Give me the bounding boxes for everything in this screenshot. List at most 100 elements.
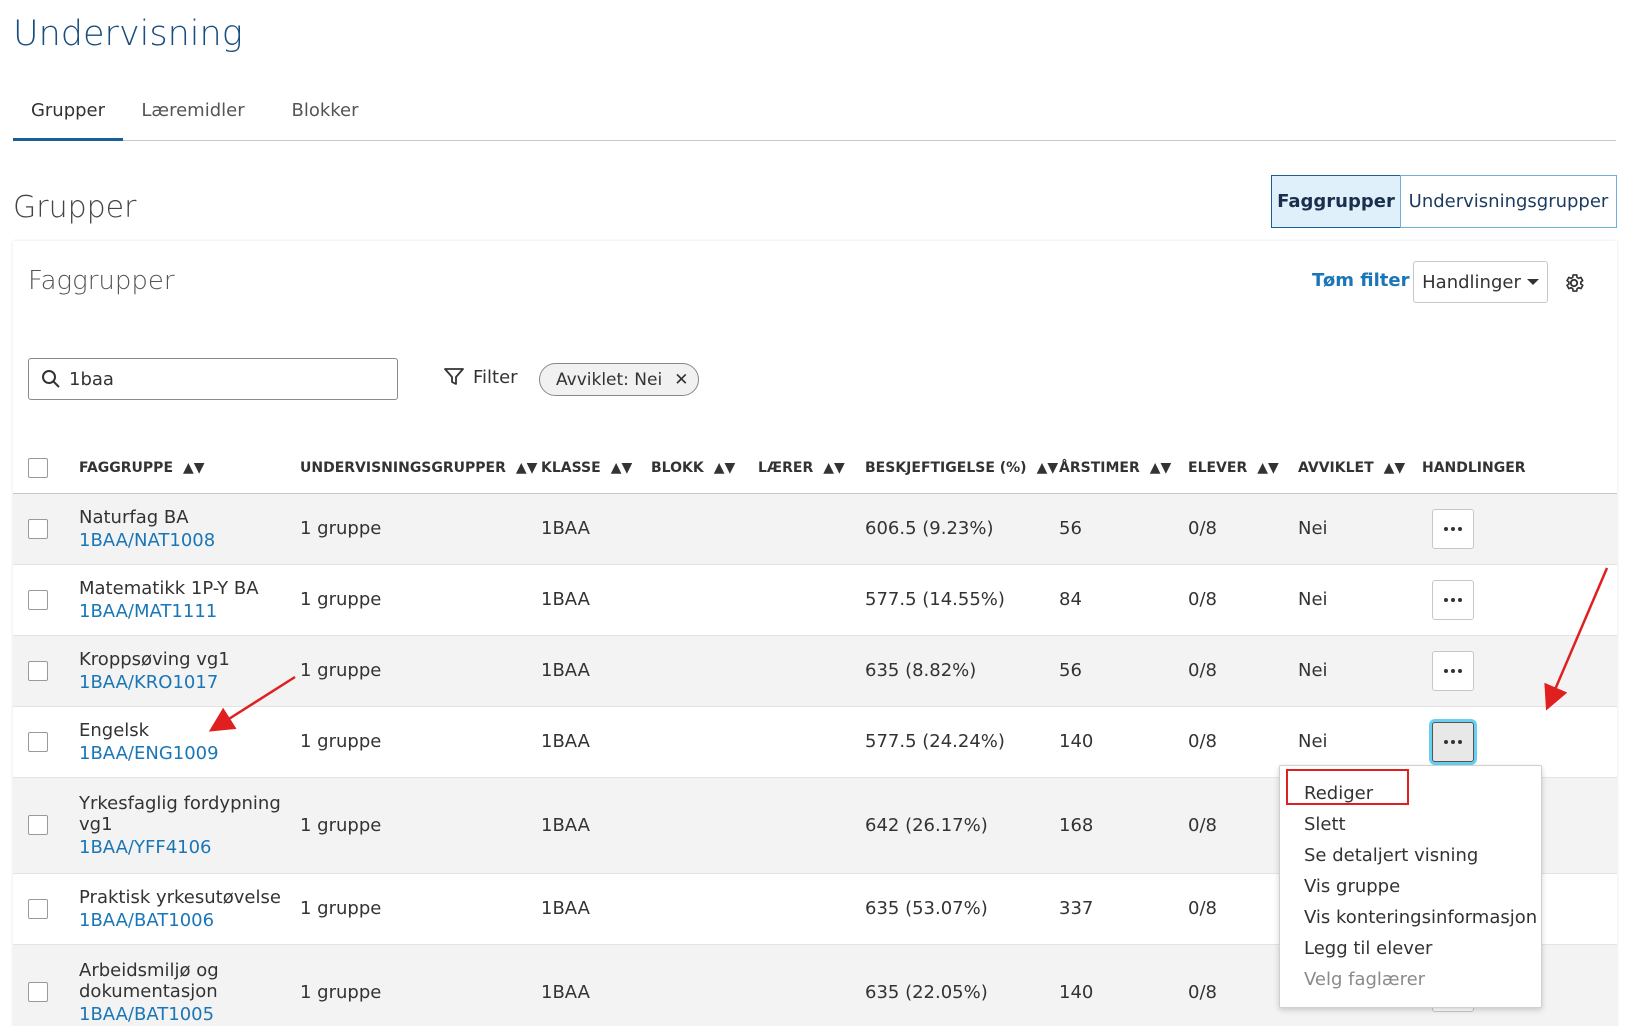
faggruppe-name: Arbeidsmiljø og dokumentasjon (79, 959, 219, 1002)
elever-cell: 0/8 (1188, 564, 1298, 636)
undervisningsgrupper-cell: 1 gruppe (300, 564, 541, 636)
blokk-cell (651, 944, 758, 1026)
faggruppe-link[interactable]: 1BAA/KRO1017 (79, 672, 300, 693)
col-header[interactable]: ÅRSTIMER ▲▼ (1059, 443, 1188, 494)
faggruppe-link[interactable]: 1BAA/BAT1006 (79, 910, 300, 931)
faggruppe-link[interactable]: 1BAA/ENG1009 (79, 743, 300, 764)
row-checkbox[interactable] (28, 589, 48, 610)
row-checkbox[interactable] (28, 898, 48, 919)
undervisningsgrupper-cell: 1 gruppe (300, 493, 541, 565)
filter-button[interactable]: Filter (443, 366, 518, 388)
col-header[interactable]: AVVIKLET ▲▼ (1298, 443, 1422, 494)
arstimer-cell: 140 (1059, 706, 1188, 778)
actions-button-label: Handlinger (1422, 271, 1521, 293)
select-all-checkbox[interactable] (28, 457, 48, 478)
caret-down-icon (1526, 279, 1539, 285)
filter-icon (444, 368, 464, 385)
row-actions-button[interactable] (1432, 579, 1474, 620)
clear-filter-link[interactable]: Tøm filter (1312, 270, 1409, 291)
undervisningsgrupper-cell: 1 gruppe (300, 706, 541, 778)
faggruppe-name: Matematikk 1P-Y BA (79, 577, 259, 599)
faggruppe-name: Kroppsøving vg1 (79, 648, 230, 670)
sort-icon: ▲▼ (823, 459, 845, 476)
col-header[interactable]: ELEVER ▲▼ (1188, 443, 1298, 494)
tab-grupper[interactable]: Grupper (13, 92, 123, 141)
tab-laeremidler[interactable]: Læremidler (141, 92, 245, 141)
page: Undervisning Grupper Læremidler Blokker … (0, 0, 1637, 1026)
menu-item-legg-til-elever[interactable]: Legg til elever (1304, 938, 1432, 959)
beskjeftigelse-cell: 577.5 (24.24%) (865, 706, 1059, 778)
row-actions-button[interactable] (1432, 721, 1474, 762)
undervisningsgrupper-cell: 1 gruppe (300, 777, 541, 874)
avviklet-cell: Nei (1298, 493, 1422, 565)
menu-item-slett[interactable]: Slett (1304, 814, 1346, 835)
laerer-cell (758, 777, 865, 874)
faggruppe-name: Praktisk yrkesutøvelse (79, 886, 281, 908)
klasse-cell: 1BAA (541, 493, 651, 565)
blokk-cell (651, 873, 758, 945)
filter-chip-label: Avviklet: Nei (556, 369, 663, 390)
undervisningsgrupper-toggle[interactable]: Undervisningsgrupper (1400, 175, 1617, 228)
blokk-cell (651, 706, 758, 778)
col-header[interactable]: FAGGRUPPE ▲▼ (79, 443, 300, 494)
faggruppe-link[interactable]: 1BAA/YFF4106 (79, 837, 300, 858)
menu-item-vis-konteringsinformasjon[interactable]: Vis konteringsinformasjon (1304, 907, 1537, 928)
row-actions-button[interactable] (1432, 508, 1474, 549)
blokk-cell (651, 493, 758, 565)
menu-item-vis-gruppe[interactable]: Vis gruppe (1304, 876, 1400, 897)
search-input[interactable] (69, 368, 389, 390)
sort-icon: ▲▼ (1383, 459, 1406, 476)
tab-bar: Grupper Læremidler Blokker (13, 92, 1616, 141)
arstimer-cell: 84 (1059, 564, 1188, 636)
filter-chip: Avviklet: Nei ✕ (539, 363, 700, 396)
row-checkbox[interactable] (28, 982, 48, 1002)
search-field[interactable] (28, 358, 398, 400)
filter-label: Filter (473, 366, 518, 388)
sort-icon: ▲▼ (1149, 459, 1172, 476)
elever-cell: 0/8 (1188, 635, 1298, 707)
table-row: Kroppsøving vg1 1BAA/KRO1017 1 gruppe 1BAA 6… (13, 635, 1617, 707)
table-row: Matematikk 1P-Y BA 1BAA/MAT1111 1 gruppe 1B… (13, 564, 1617, 636)
beskjeftigelse-cell: 635 (22.05%) (865, 944, 1059, 1026)
menu-item-se-detaljert-visning[interactable]: Se detaljert visning (1304, 845, 1478, 866)
laerer-cell (758, 564, 865, 636)
col-header[interactable]: UNDERVISNINGSGRUPPER ▲▼ (300, 443, 541, 494)
sort-icon: ▲▼ (183, 459, 205, 476)
faggruppe-link[interactable]: 1BAA/BAT1005 (79, 1004, 300, 1025)
faggruppe-link[interactable]: 1BAA/MAT1111 (79, 601, 300, 622)
row-checkbox[interactable] (28, 660, 48, 681)
avviklet-cell: Nei (1298, 564, 1422, 636)
sort-icon: ▲▼ (610, 459, 633, 476)
arstimer-cell: 168 (1059, 777, 1188, 874)
beskjeftigelse-cell: 635 (8.82%) (865, 635, 1059, 707)
col-header[interactable]: BLOKK ▲▼ (651, 443, 758, 494)
col-header[interactable]: BESKJEFTIGELSE (%) ▲▼ (865, 443, 1059, 494)
tab-blokker[interactable]: Blokker (283, 92, 367, 141)
actions-dropdown-button[interactable]: Handlinger (1413, 261, 1548, 303)
row-actions-button[interactable] (1432, 650, 1474, 691)
row-checkbox[interactable] (28, 518, 48, 539)
blokk-cell (651, 777, 758, 874)
close-icon[interactable]: ✕ (674, 370, 688, 390)
klasse-cell: 1BAA (541, 777, 651, 874)
klasse-cell: 1BAA (541, 944, 651, 1026)
beskjeftigelse-cell: 635 (53.07%) (865, 873, 1059, 945)
row-checkbox[interactable] (28, 815, 48, 835)
arstimer-cell: 56 (1059, 493, 1188, 565)
col-header[interactable]: LÆRER ▲▼ (758, 443, 865, 494)
search-icon (42, 370, 60, 388)
faggruppe-link[interactable]: 1BAA/NAT1008 (79, 530, 300, 551)
highlight-annotation (1286, 769, 1409, 805)
beskjeftigelse-cell: 642 (26.17%) (865, 777, 1059, 874)
beskjeftigelse-cell: 606.5 (9.23%) (865, 493, 1059, 565)
card-title: Faggrupper (28, 266, 175, 296)
gear-icon[interactable] (1563, 272, 1585, 294)
col-header[interactable]: KLASSE ▲▼ (541, 443, 651, 494)
faggrupper-toggle[interactable]: Faggrupper (1271, 175, 1401, 228)
sort-icon: ▲▼ (1257, 459, 1279, 476)
table-header-row: FAGGRUPPE ▲▼ UNDERVISNINGSGRUPPER ▲▼ KLASS… (13, 443, 1617, 494)
faggruppe-name: Yrkesfaglig fordypning vg1 (79, 792, 281, 835)
laerer-cell (758, 635, 865, 707)
row-checkbox[interactable] (28, 731, 48, 752)
sort-icon: ▲▼ (515, 459, 538, 476)
